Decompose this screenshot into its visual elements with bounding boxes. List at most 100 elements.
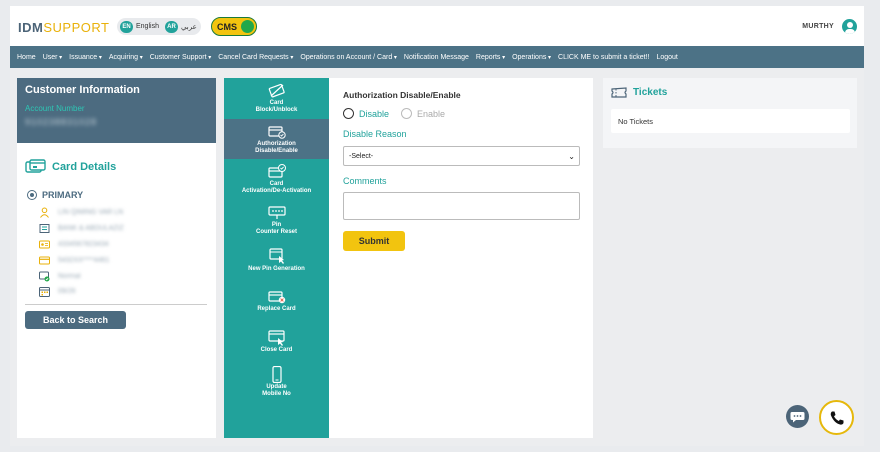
disable-reason-value: -Select- xyxy=(349,152,374,160)
lang-en-label[interactable]: English xyxy=(136,23,159,30)
primary-card-radio[interactable]: PRIMARY xyxy=(27,190,83,200)
nav-item-click-me-to-submit-a-ticket[interactable]: CLICK ME to submit a ticket!! xyxy=(558,54,649,61)
card-detail-list: LIN QIMING VAR LN BANK & ABDULAZIZ 4334567… xyxy=(39,205,124,300)
cms-toggle-button[interactable]: CMS xyxy=(211,17,257,36)
menu-item-label: Card xyxy=(269,181,284,188)
card-detail-value: Normal xyxy=(58,272,81,280)
disable-reason-select[interactable]: -Select- ⌄ xyxy=(343,146,580,166)
menu-item-sublabel: Block/Unblock xyxy=(255,107,298,114)
menu-item-card-activation[interactable]: Card Activation/De-Activation xyxy=(224,159,329,200)
customer-panel: Customer Information Account Number 9102… xyxy=(17,78,216,438)
status-icon xyxy=(39,271,50,282)
card-activation-icon xyxy=(267,163,287,180)
nav-item-customer-support[interactable]: Customer Support xyxy=(150,54,212,61)
account-number-label: Account Number xyxy=(25,104,85,113)
card-detail-value: BANK & ABDULAZIZ xyxy=(58,225,124,233)
card-detail-row: 09/26 xyxy=(39,284,124,300)
nav-item-reports[interactable]: Reports xyxy=(476,54,505,61)
main-nav: Home User Issuance Acquiring Customer Suppor… xyxy=(10,46,864,68)
customer-info-box: Customer Information Account Number 9102… xyxy=(17,78,216,143)
nav-item-home[interactable]: Home xyxy=(17,54,36,61)
menu-item-close-card[interactable]: Close Card xyxy=(224,321,329,362)
disable-radio-label[interactable]: Disable xyxy=(359,109,389,119)
content-area: Customer Information Account Number 9102… xyxy=(10,68,864,446)
chevron-down-icon: ⌄ xyxy=(568,152,575,161)
menu-item-new-pin-generation[interactable]: New Pin Generation xyxy=(224,240,329,281)
enable-radio[interactable] xyxy=(401,108,413,119)
disable-enable-radio-group: Disable Enable xyxy=(343,108,457,119)
divider xyxy=(25,304,207,305)
enable-radio-label[interactable]: Enable xyxy=(417,109,445,119)
id-card-icon xyxy=(39,239,50,250)
toggle-knob-icon xyxy=(241,20,254,33)
menu-item-label: Authorization xyxy=(257,140,296,147)
nav-item-logout[interactable]: Logout xyxy=(656,54,677,61)
menu-item-label: New Pin Generation xyxy=(248,265,305,272)
comments-label: Comments xyxy=(343,176,387,186)
menu-item-replace-card[interactable]: Replace Card xyxy=(224,281,329,322)
close-card-icon xyxy=(267,329,287,346)
brand-logo[interactable]: IDMSUPPORT xyxy=(18,20,109,35)
disable-radio[interactable] xyxy=(343,108,354,119)
card-detail-value: LIN QIMING VAR LN xyxy=(58,209,124,217)
bank-icon xyxy=(39,223,50,234)
tickets-title: Tickets xyxy=(633,87,668,98)
calendar-icon xyxy=(39,286,50,298)
tickets-panel: Tickets No Tickets xyxy=(603,78,857,148)
card-details-header: Card Details xyxy=(25,159,116,175)
user-avatar-icon[interactable] xyxy=(842,19,857,34)
card-detail-row: BANK & ABDULAZIZ xyxy=(39,221,124,237)
account-number-value: 910238831028 xyxy=(25,117,98,127)
card-detail-value: 5432XX****4461 xyxy=(58,256,110,264)
nav-item-user[interactable]: User xyxy=(43,54,62,61)
card-block-icon xyxy=(267,82,287,99)
card-detail-row: 4334567823434 xyxy=(39,237,124,253)
menu-item-label: Pin xyxy=(271,221,282,228)
nav-item-operations[interactable]: Operations xyxy=(512,54,551,61)
nav-item-operations-on-account-card[interactable]: Operations on Account / Card xyxy=(300,54,397,61)
menu-item-sublabel: Counter Reset xyxy=(255,228,297,235)
card-detail-value: 09/26 xyxy=(58,288,76,296)
submit-button[interactable]: Submit xyxy=(343,231,405,251)
tickets-header: Tickets xyxy=(611,87,667,98)
lang-en-button[interactable]: EN xyxy=(120,20,133,33)
ticket-icon xyxy=(611,87,627,98)
pin-generation-icon xyxy=(267,248,287,265)
nav-item-notification-message[interactable]: Notification Message xyxy=(404,54,469,61)
menu-item-pin-counter-reset[interactable]: Pin Counter Reset xyxy=(224,200,329,241)
user-icon xyxy=(39,207,50,219)
chat-button[interactable] xyxy=(786,405,809,428)
menu-item-label: Update xyxy=(266,383,287,390)
disable-reason-label: Disable Reason xyxy=(343,129,407,139)
user-name[interactable]: MURTHY xyxy=(802,23,834,30)
card-detail-row: LIN QIMING VAR LN xyxy=(39,205,124,221)
call-button[interactable] xyxy=(819,400,854,435)
menu-item-card-block-unblock[interactable]: Card Block/Unblock xyxy=(224,78,329,119)
menu-item-authorization-disable-enable[interactable]: Authorization Disable/Enable xyxy=(224,118,329,159)
pin-reset-icon xyxy=(267,204,287,221)
top-header: IDMSUPPORT EN English AR عربي CMS MURTHY xyxy=(10,6,864,46)
cms-label: CMS xyxy=(217,21,237,32)
replace-card-icon xyxy=(267,288,287,305)
card-detail-row: Normal xyxy=(39,268,124,284)
menu-item-sublabel: Disable/Enable xyxy=(255,147,298,154)
card-detail-row: 5432XX****4461 xyxy=(39,252,124,268)
menu-item-update-mobile[interactable]: Update Mobile No xyxy=(224,362,329,403)
cards-icon xyxy=(25,159,46,173)
mobile-phone-icon xyxy=(267,365,287,383)
tickets-empty-text: No Tickets xyxy=(611,109,850,133)
back-to-search-button[interactable]: Back to Search xyxy=(25,311,126,329)
nav-item-acquiring[interactable]: Acquiring xyxy=(109,54,143,61)
lang-ar-label[interactable]: عربي xyxy=(181,23,197,31)
card-actions-menu: Card Block/Unblock Authorization Disable/En… xyxy=(224,78,329,438)
menu-item-label: Card xyxy=(269,100,284,107)
nav-item-issuance[interactable]: Issuance xyxy=(69,54,102,61)
lang-ar-button[interactable]: AR xyxy=(164,20,178,33)
menu-item-sublabel: Activation/De-Activation xyxy=(241,188,312,195)
radio-selected-icon xyxy=(27,190,37,200)
form-title: Authorization Disable/Enable xyxy=(343,90,461,100)
comments-textarea[interactable] xyxy=(343,192,580,220)
phone-icon xyxy=(830,411,843,425)
nav-item-cancel-card-requests[interactable]: Cancel Card Requests xyxy=(218,54,293,61)
menu-item-label: Close Card xyxy=(260,346,293,353)
